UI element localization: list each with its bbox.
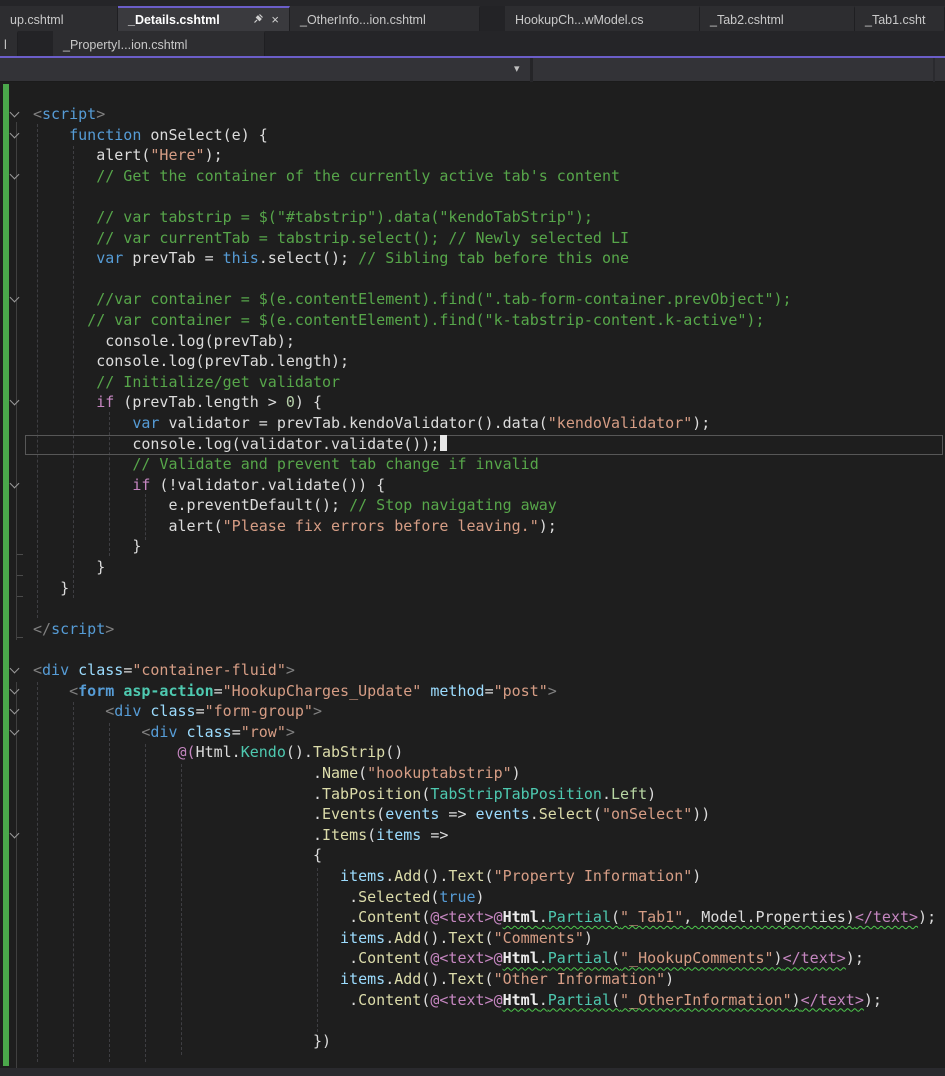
tab-label: HookupCh...wModel.cs [515, 12, 644, 27]
fold-region-end [17, 596, 23, 597]
code-line[interactable]: .Content(@<text>@Html.Partial("_OtherInf… [33, 990, 936, 1011]
tab-hookup-cshtml[interactable]: up.cshtml [0, 6, 118, 31]
code-text-area[interactable]: <script> function onSelect(e) { alert("H… [33, 104, 936, 1051]
tab-propertyinformation-cshtml[interactable]: _PropertyI...ion.cshtml [53, 31, 265, 56]
tab-label: _PropertyI...ion.cshtml [63, 37, 188, 52]
code-line[interactable]: } [33, 578, 936, 599]
fold-region-end [17, 637, 23, 638]
tab-label: up.cshtml [10, 12, 64, 27]
code-line[interactable]: { [33, 845, 936, 866]
code-line[interactable]: items.Add().Text("Other Information") [33, 969, 936, 990]
fold-chevron-icon[interactable] [9, 170, 21, 182]
code-navigation-bar: ▾ [0, 58, 945, 82]
code-line[interactable]: // Validate and prevent tab change if in… [33, 454, 936, 475]
code-line[interactable] [33, 1010, 936, 1031]
code-line[interactable]: items.Add().Text("Property Information") [33, 866, 936, 887]
code-line[interactable]: .TabPosition(TabStripTabPosition.Left) [33, 784, 936, 805]
code-line[interactable] [33, 639, 936, 660]
change-tracking-bar [3, 84, 9, 1066]
pin-icon[interactable] [253, 13, 264, 27]
tab-otherinformation-cshtml[interactable]: _OtherInfo...ion.cshtml [290, 6, 480, 31]
code-line[interactable]: } [33, 536, 936, 557]
tab-fragment[interactable]: l [0, 31, 18, 56]
tab-row-1: up.cshtml _Details.cshtml × _OtherInfo..… [0, 6, 945, 31]
fold-region-line [16, 122, 17, 640]
code-line[interactable]: </script> [33, 619, 936, 640]
code-line[interactable]: .Selected(true) [33, 887, 936, 908]
text-cursor [440, 434, 448, 451]
types-dropdown[interactable] [0, 58, 530, 82]
code-line[interactable]: <div class="container-fluid"> [33, 660, 936, 681]
vs-editor-window: up.cshtml _Details.cshtml × _OtherInfo..… [0, 0, 945, 1076]
fold-chevron-icon[interactable] [9, 129, 21, 141]
fold-chevron-icon[interactable] [9, 685, 21, 697]
fold-chevron-icon[interactable] [9, 396, 21, 408]
code-line[interactable]: .Name("hookuptabstrip") [33, 763, 936, 784]
tab-label: _Details.cshtml [128, 12, 220, 27]
code-line[interactable]: var prevTab = this.select(); // Sibling … [33, 248, 936, 269]
tab-details-cshtml[interactable]: _Details.cshtml × [118, 6, 290, 31]
tab-gap [480, 6, 505, 31]
code-editor[interactable]: <script> function onSelect(e) { alert("H… [0, 82, 945, 1076]
code-line[interactable] [33, 186, 936, 207]
tab-label: _Tab1.csht [865, 12, 926, 27]
code-line[interactable]: .Content(@<text>@Html.Partial("_Tab1", M… [33, 907, 936, 928]
code-line[interactable] [33, 598, 936, 619]
fold-chevron-icon[interactable] [9, 726, 21, 738]
close-icon[interactable]: × [271, 13, 279, 26]
code-line[interactable]: <div class="row"> [33, 722, 936, 743]
tab-gap [18, 31, 53, 56]
fold-chevron-icon[interactable] [9, 293, 21, 305]
fold-chevron-icon[interactable] [9, 108, 21, 120]
tab-row-2: l _PropertyI...ion.cshtml [0, 31, 265, 56]
tab-label: l [4, 37, 7, 52]
code-line[interactable]: // Get the container of the currently ac… [33, 166, 936, 187]
code-line[interactable]: // var currentTab = tabstrip.select(); /… [33, 228, 936, 249]
fold-region-end [17, 554, 23, 555]
code-line[interactable]: if (prevTab.length > 0) { [33, 392, 936, 413]
tab-label: _OtherInfo...ion.cshtml [300, 12, 426, 27]
code-line[interactable]: // Initialize/get validator [33, 372, 936, 393]
code-line[interactable]: var validator = prevTab.kendoValidator()… [33, 413, 936, 434]
code-line[interactable]: console.log(validator.validate()); [33, 434, 936, 455]
fold-region-line [16, 682, 17, 1076]
code-line[interactable]: } [33, 557, 936, 578]
code-line[interactable]: @(Html.Kendo().TabStrip() [33, 742, 936, 763]
fold-chevron-icon[interactable] [9, 705, 21, 717]
code-line[interactable]: }) [33, 1031, 936, 1052]
code-line[interactable]: items.Add().Text("Comments") [33, 928, 936, 949]
navbar-divider [933, 58, 935, 82]
code-line[interactable]: <form asp-action="HookupCharges_Update" … [33, 681, 936, 702]
tab-tab1-cshtml[interactable]: _Tab1.csht [855, 6, 945, 31]
members-dropdown[interactable] [533, 58, 933, 82]
fold-region-end [17, 575, 23, 576]
code-line[interactable]: //var container = $(e.contentElement).fi… [33, 289, 936, 310]
tab-label: _Tab2.cshtml [710, 12, 784, 27]
code-line[interactable]: .Content(@<text>@Html.Partial("_HookupCo… [33, 948, 936, 969]
chevron-down-icon: ▾ [514, 63, 520, 75]
fold-chevron-icon[interactable] [9, 479, 21, 491]
tab-tab2-cshtml[interactable]: _Tab2.cshtml [700, 6, 855, 31]
code-line[interactable] [33, 269, 936, 290]
code-line[interactable]: .Items(items => [33, 825, 936, 846]
code-line[interactable]: alert("Please fix errors before leaving.… [33, 516, 936, 537]
code-line[interactable]: .Events(events => events.Select("onSelec… [33, 804, 936, 825]
code-line[interactable]: if (!validator.validate()) { [33, 475, 936, 496]
bottom-strip [0, 1068, 945, 1076]
code-line[interactable]: // var tabstrip = $("#tabstrip").data("k… [33, 207, 936, 228]
code-line[interactable]: <div class="form-group"> [33, 701, 936, 722]
code-line[interactable]: <script> [33, 104, 936, 125]
code-line[interactable]: // var container = $(e.contentElement).f… [33, 310, 936, 331]
code-line[interactable]: console.log(prevTab.length); [33, 351, 936, 372]
code-line[interactable]: function onSelect(e) { [33, 125, 936, 146]
fold-chevron-icon[interactable] [9, 664, 21, 676]
code-line[interactable]: alert("Here"); [33, 145, 936, 166]
document-tab-strip: up.cshtml _Details.cshtml × _OtherInfo..… [0, 0, 945, 58]
fold-chevron-icon[interactable] [9, 829, 21, 841]
code-line[interactable]: e.preventDefault(); // Stop navigating a… [33, 495, 936, 516]
code-line[interactable]: console.log(prevTab); [33, 331, 936, 352]
tab-hookupviewmodel-cs[interactable]: HookupCh...wModel.cs [505, 6, 700, 31]
